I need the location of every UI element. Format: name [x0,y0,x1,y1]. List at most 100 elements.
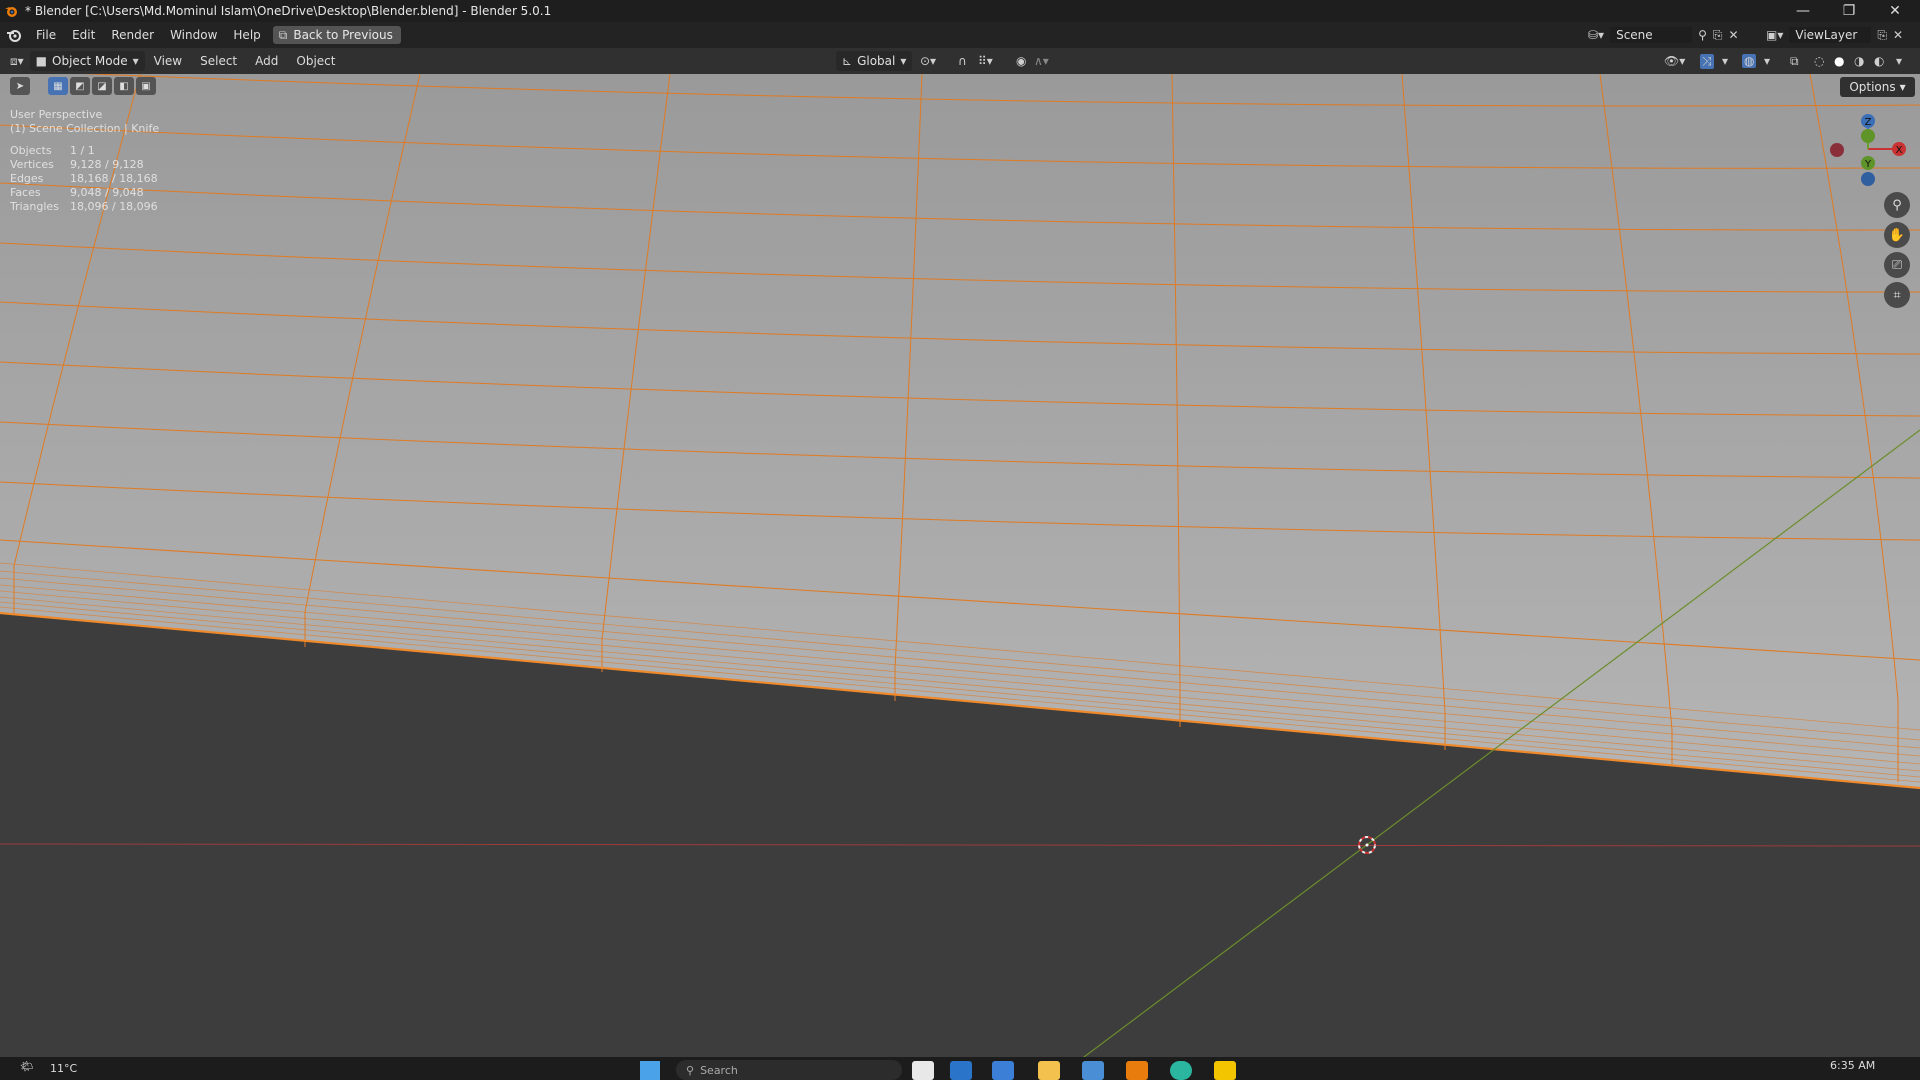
back-to-previous-button[interactable]: ⧉ Back to Previous [272,26,401,44]
select-subtract-icon: ◪ [97,80,107,92]
select-new-button[interactable]: ▦ [48,77,68,95]
maximize-button[interactable]: ❐ [1826,0,1872,22]
gizmo-toggle-icon[interactable]: ⤨ [1700,53,1714,69]
select-extend-button[interactable]: ◩ [70,77,90,95]
os-taskbar: 🌤 11°C ⚲ Search 6:35 AM [0,1057,1920,1080]
xray-toggle-icon[interactable]: ⧉ [1790,54,1799,69]
cursor-arrow-icon: ➤ [15,80,25,92]
select-intersect-button[interactable]: ▣ [136,77,156,95]
select-invert-icon: ◧ [119,80,129,92]
pin-icon[interactable]: ⚲ [1698,28,1707,42]
mode-dropdown[interactable]: ■ Object Mode ▾ [29,51,145,71]
weather-icon[interactable]: 🌤 [20,1060,34,1073]
object-mode-icon: ■ [35,54,47,68]
gizmo-y-label: Y [1864,159,1872,170]
header-menu-select[interactable]: Select [191,54,246,68]
options-dropdown[interactable]: Options ▾ [1840,77,1915,97]
gizmo-y-ball-icon[interactable] [1861,129,1875,143]
gizmo-neg-x-icon[interactable] [1830,143,1844,157]
scene-selector[interactable]: ⛁▾ Scene ⚲ ⎘ ✕ [1588,25,1739,45]
view-layer-selector[interactable]: ▣▾ ViewLayer ⎘ ✕ [1766,25,1903,45]
menu-help[interactable]: Help [225,22,268,48]
delete-scene-icon[interactable]: ✕ [1728,28,1738,42]
proportional-editing-icon[interactable]: ◉ [1016,54,1026,68]
new-view-layer-icon[interactable]: ⎘ [1877,28,1887,43]
blender-menu-icon[interactable] [6,27,22,43]
header-menu-object[interactable]: Object [287,54,344,68]
stat-label: Vertices [10,158,54,171]
file-explorer-icon[interactable] [1038,1061,1060,1080]
select-tool-button[interactable]: ➤ [10,77,30,95]
stat-value: 18,168 / 18,168 [70,172,158,185]
gizmo-neg-z-icon[interactable] [1861,172,1875,186]
stat-label: Faces [10,186,41,199]
sticky-notes-icon[interactable] [1214,1061,1236,1080]
material-preview-icon[interactable]: ◑ [1854,54,1864,68]
view-layer-name[interactable]: ViewLayer [1789,27,1872,43]
mesh-surface[interactable] [0,74,1920,788]
scene-icon: ⛁▾ [1588,28,1605,42]
snap-target-icon[interactable]: ⠿▾ [978,54,993,68]
select-subtract-button[interactable]: ◪ [92,77,112,95]
viewport-statistics: User Perspective (1) Scene Collection | … [10,108,159,214]
app-icon[interactable] [1082,1061,1104,1080]
chevron-down-icon: ▾ [1899,80,1906,94]
selection-mode-row: ➤ ▦ ◩ ◪ ◧ ▣ [10,77,156,97]
pan-button[interactable]: ✋ [1884,222,1910,248]
search-icon: ⚲ [686,1063,695,1077]
editor-type-icon[interactable]: ⧈▾ [10,54,24,69]
camera-icon: ⎚ [1891,257,1903,273]
shading-dropdown-icon[interactable]: ▾ [1896,54,1902,68]
stat-label: Edges [10,172,44,185]
menu-edit[interactable]: Edit [64,22,103,48]
taskbar-search[interactable]: ⚲ Search [676,1060,902,1080]
3d-viewport[interactable]: X Y Z [0,74,1920,1057]
pivot-point-icon[interactable]: ⊙▾ [920,54,936,68]
transform-orientation-dropdown[interactable]: ⊾ Global ▾ [836,51,913,71]
menu-window[interactable]: Window [162,22,225,48]
delete-view-layer-icon[interactable]: ✕ [1893,28,1903,42]
gizmo-dropdown-icon[interactable]: ▾ [1722,54,1728,68]
blender-taskbar-icon[interactable] [1126,1061,1148,1080]
falloff-icon[interactable]: ∧▾ [1034,54,1049,68]
task-view-icon[interactable] [912,1061,934,1080]
wireframe-shading-icon[interactable]: ◌ [1814,54,1824,68]
close-button[interactable]: ✕ [1872,0,1918,22]
overlays-toggle-icon[interactable]: ◍ [1742,54,1757,68]
view-layer-icon: ▣▾ [1766,28,1784,42]
visibility-icon[interactable]: 👁▾ [1664,54,1685,68]
menu-file[interactable]: File [28,22,64,48]
menu-render[interactable]: Render [103,22,162,48]
solid-shading-icon[interactable]: ● [1834,54,1844,68]
windows-start-icon[interactable] [640,1061,660,1080]
rendered-shading-icon[interactable]: ◐ [1874,54,1884,68]
grid-icon: ⌗ [1893,287,1901,303]
zoom-button[interactable]: ⚲ [1884,192,1910,218]
header-menu-add[interactable]: Add [246,54,287,68]
viewport-canvas[interactable]: X Y Z [0,74,1920,1057]
perspective-toggle-button[interactable]: ⌗ [1884,282,1910,308]
select-extend-icon: ◩ [75,80,85,92]
top-menu-bar: File Edit Render Window Help ⧉ Back to P… [0,22,1920,48]
new-scene-icon[interactable]: ⎘ [1713,28,1723,43]
header-menu-view[interactable]: View [145,54,191,68]
snap-toggle-icon[interactable]: ∩ [958,54,967,68]
stat-value: 9,128 / 9,128 [70,158,144,171]
orientation-axes-icon: ⊾ [842,54,853,68]
minimize-button[interactable]: — [1780,0,1826,22]
x-axis-line [0,843,1920,847]
chevron-down-icon: ▾ [132,54,139,68]
camera-view-button[interactable]: ⎚ [1884,252,1910,278]
blender-logo-icon [5,7,17,17]
edge-browser-icon[interactable] [950,1061,972,1080]
chrome-icon[interactable] [1170,1061,1192,1080]
scene-name[interactable]: Scene [1610,27,1693,43]
store-icon[interactable] [992,1061,1014,1080]
mode-label: Object Mode [52,54,128,68]
temperature[interactable]: 11°C [50,1062,77,1075]
fullscreen-exit-icon: ⧉ [278,28,288,42]
clock-time[interactable]: 6:35 AM [1830,1059,1875,1072]
select-invert-button[interactable]: ◧ [114,77,134,95]
overlays-dropdown-icon[interactable]: ▾ [1764,54,1770,68]
stat-row: Vertices 9,128 / 9,128 [10,158,159,172]
